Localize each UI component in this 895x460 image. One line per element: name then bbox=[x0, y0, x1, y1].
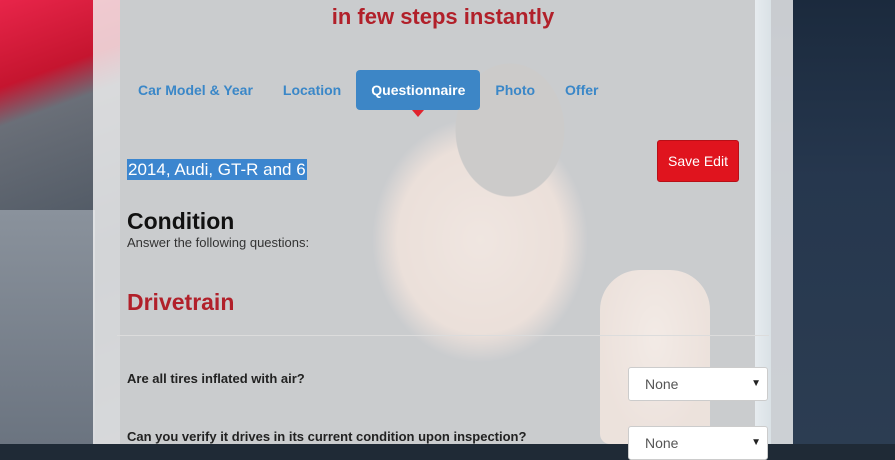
dropdown-arrow-icon: ▼ bbox=[751, 437, 761, 448]
tab-questionnaire[interactable]: Questionnaire bbox=[356, 70, 481, 117]
tab-car-model-year[interactable]: Car Model & Year bbox=[123, 70, 268, 110]
vehicle-summary: 2014, Audi, GT-R and 6 bbox=[127, 159, 307, 180]
dropdown-arrow-icon: ▼ bbox=[751, 378, 761, 389]
condition-heading: Condition bbox=[127, 208, 235, 234]
content-panel: in few steps instantly Car Model & Year … bbox=[93, 0, 793, 460]
tab-offer[interactable]: Offer bbox=[550, 70, 613, 110]
answer-select[interactable]: None ▼ bbox=[628, 367, 768, 401]
section-divider bbox=[117, 335, 769, 336]
save-edit-button[interactable]: Save Edit bbox=[657, 140, 739, 182]
question-label: Are all tires inflated with air? bbox=[127, 371, 305, 386]
step-tabs: Car Model & Year Location Questionnaire … bbox=[123, 70, 614, 117]
tab-location[interactable]: Location bbox=[268, 70, 356, 110]
select-value: None bbox=[645, 376, 679, 392]
tagline: in few steps instantly bbox=[331, 4, 555, 29]
answer-select[interactable]: None ▼ bbox=[628, 426, 768, 460]
condition-subtitle: Answer the following questions: bbox=[127, 235, 310, 250]
select-value: None bbox=[645, 435, 679, 451]
section-heading-drivetrain: Drivetrain bbox=[127, 289, 235, 315]
tab-photo[interactable]: Photo bbox=[480, 70, 550, 110]
question-label: Can you verify it drives in its current … bbox=[127, 429, 527, 444]
